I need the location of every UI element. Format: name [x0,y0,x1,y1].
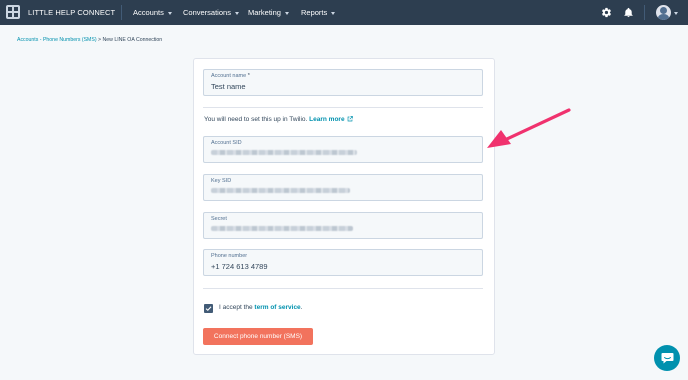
account-sid-field[interactable]: Account SID [203,136,483,163]
terms-of-service-link[interactable]: term of service [254,304,300,311]
nav-divider [121,5,122,20]
secret-redacted-value [211,226,353,231]
account-sid-label: Account SID [211,140,242,146]
nav-accounts[interactable]: Accounts [133,8,172,17]
section-divider [203,107,483,108]
notifications-bell-icon[interactable] [623,7,634,18]
key-sid-redacted-value [211,188,350,193]
breadcrumb-link[interactable]: Accounts - Phone Numbers (SMS) [17,37,97,43]
chevron-down-icon [234,11,239,15]
connect-phone-number-button[interactable]: Connect phone number (SMS) [203,328,313,345]
chat-bubble-icon [661,353,673,364]
secret-field[interactable]: Secret [203,212,483,239]
account-name-value: Test name [211,82,246,91]
accept-terms-checkbox[interactable] [204,304,213,313]
top-navigation-bar: LITTLE HELP CONNECT Accounts Conversatio… [0,0,688,25]
chevron-down-icon[interactable] [674,12,678,15]
breadcrumb: Accounts - Phone Numbers (SMS) > New LIN… [17,37,162,43]
chat-widget-button[interactable] [654,345,680,371]
account-name-label: Account name * [211,73,250,79]
user-avatar[interactable] [656,5,671,20]
key-sid-label: Key SID [211,178,232,184]
nav-reports[interactable]: Reports [301,8,336,17]
settings-gear-icon[interactable] [601,7,612,18]
learn-more-link[interactable]: Learn more [309,116,353,123]
section-divider [203,288,483,289]
chevron-down-icon [167,11,172,15]
nav-conversations[interactable]: Conversations [183,8,239,17]
phone-number-value: +1 724 613 4789 [211,262,268,271]
breadcrumb-current: New LINE OA Connection [102,37,163,43]
key-sid-field[interactable]: Key SID [203,174,483,201]
twilio-setup-note: You will need to set this up in Twilio. … [204,116,353,123]
chevron-down-icon [284,11,289,15]
checkmark-icon [205,306,212,312]
nav-conversations-label: Conversations [183,8,231,17]
brand-logo-icon[interactable] [6,5,20,19]
annotation-arrow-icon [487,108,571,148]
account-sid-redacted-value [211,150,357,155]
nav-accounts-label: Accounts [133,8,164,17]
secret-label: Secret [211,216,227,222]
accept-terms-text: I accept the term of service. [219,304,303,311]
nav-divider [644,5,645,20]
chevron-down-icon [331,11,336,15]
brand-name: LITTLE HELP CONNECT [28,8,116,17]
nav-reports-label: Reports [301,8,328,17]
phone-number-field[interactable]: Phone number +1 724 613 4789 [203,249,483,276]
phone-number-label: Phone number [211,253,248,259]
nav-marketing-label: Marketing [248,8,281,17]
external-link-icon [347,116,353,122]
nav-marketing[interactable]: Marketing [248,8,289,17]
account-name-field[interactable]: Account name * Test name [203,69,483,96]
